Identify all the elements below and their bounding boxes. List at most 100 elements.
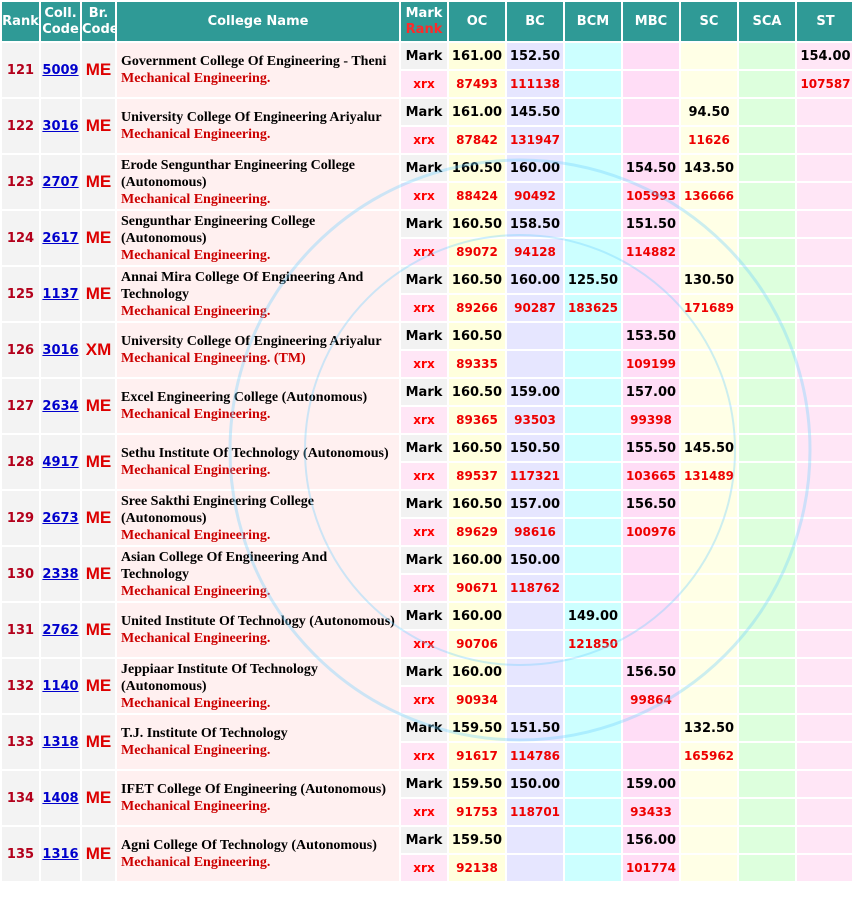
- rank-sca: [739, 575, 795, 601]
- mark-sc: [681, 659, 737, 685]
- mark-oc: 161.00: [449, 43, 505, 69]
- branch-name: Mechanical Engineering.: [121, 191, 271, 207]
- mark-sc: 143.50: [681, 155, 737, 181]
- rank-mbc: [623, 575, 679, 601]
- mark-bc: [507, 827, 563, 853]
- coll-code-link[interactable]: 1140: [42, 679, 78, 694]
- mark-label: Mark: [401, 547, 447, 573]
- coll-code-cell: 5009: [41, 43, 80, 97]
- row-rank: 128: [2, 435, 39, 489]
- coll-code-link[interactable]: 3016: [42, 119, 78, 134]
- row-rank: 123: [2, 155, 39, 209]
- row-rank: 133: [2, 715, 39, 769]
- coll-code-link[interactable]: 1408: [42, 791, 78, 806]
- coll-code-link[interactable]: 2762: [42, 623, 78, 638]
- table-row: 126 3016 XM University College Of Engineeri…: [2, 323, 852, 377]
- mark-sca: [739, 43, 795, 69]
- rank-bc: 98616: [507, 519, 563, 545]
- mark-st: [797, 323, 852, 349]
- college-name: Sethu Institute Of Technology (Autonomou…: [121, 446, 389, 461]
- college-cell: T.J. Institute Of Technology Mechanical E…: [117, 715, 399, 769]
- rank-sc: [681, 575, 737, 601]
- rank-mbc: 114882: [623, 239, 679, 265]
- college-name: Jeppiaar Institute Of Technology (Autono…: [121, 661, 318, 694]
- table-row: 124 2617 ME Sengunthar Engineering College …: [2, 211, 852, 265]
- rank-sca: [739, 295, 795, 321]
- mark-sc: [681, 323, 737, 349]
- college-name: T.J. Institute Of Technology: [121, 726, 288, 741]
- rank-label: xrx: [401, 575, 447, 601]
- rank-sc: [681, 239, 737, 265]
- mark-bc: 151.50: [507, 715, 563, 741]
- mark-sc: 145.50: [681, 435, 737, 461]
- header-br-code: Br. Code: [82, 2, 115, 41]
- college-cell: Excel Engineering College (Autonomous) Me…: [117, 379, 399, 433]
- row-rank: 130: [2, 547, 39, 601]
- rank-bc: [507, 687, 563, 713]
- branch-name: Mechanical Engineering.: [121, 799, 271, 814]
- rank-label: xrx: [401, 687, 447, 713]
- table-row: 127 2634 ME Excel Engineering College (Auto…: [2, 379, 852, 433]
- mark-st: [797, 771, 852, 797]
- rank-label: xrx: [401, 743, 447, 769]
- rank-bc: 111138: [507, 71, 563, 97]
- mark-bcm: 149.00: [565, 603, 621, 629]
- table-row: 122 3016 ME University College Of Engineeri…: [2, 99, 852, 153]
- mark-mbc: 153.50: [623, 323, 679, 349]
- mark-st: [797, 603, 852, 629]
- rank-bcm: [565, 519, 621, 545]
- coll-code-link[interactable]: 2707: [42, 175, 78, 190]
- header-rank-sub: Rank: [405, 21, 443, 37]
- header-mark-rank: Mark Rank: [401, 2, 447, 41]
- coll-code-link[interactable]: 1318: [42, 735, 78, 750]
- mark-oc: 159.50: [449, 715, 505, 741]
- rank-oc: 90671: [449, 575, 505, 601]
- mark-sca: [739, 323, 795, 349]
- rank-sca: [739, 687, 795, 713]
- mark-sc: [681, 771, 737, 797]
- coll-code-cell: 1318: [41, 715, 80, 769]
- coll-code-link[interactable]: 1137: [42, 287, 78, 302]
- rank-sca: [739, 743, 795, 769]
- rank-sca: [739, 855, 795, 881]
- rank-st: 107587: [797, 71, 852, 97]
- br-code: ME: [82, 603, 115, 657]
- header-college-name: College Name: [117, 2, 399, 41]
- coll-code-link[interactable]: 2634: [42, 399, 78, 414]
- coll-code-link[interactable]: 1316: [42, 847, 78, 862]
- mark-mbc: 156.50: [623, 491, 679, 517]
- cutoff-table: Rank Coll. Code Br. Code College Name Ma…: [0, 0, 852, 883]
- mark-label: Mark: [401, 211, 447, 237]
- rank-mbc: [623, 71, 679, 97]
- mark-bc: 150.50: [507, 435, 563, 461]
- table-row: 129 2673 ME Sree Sakthi Engineering College…: [2, 491, 852, 545]
- mark-bcm: [565, 323, 621, 349]
- mark-st: [797, 659, 852, 685]
- mark-bc: 160.00: [507, 267, 563, 293]
- coll-code-link[interactable]: 5009: [42, 63, 78, 78]
- rank-sca: [739, 183, 795, 209]
- mark-sca: [739, 435, 795, 461]
- mark-sc: [681, 827, 737, 853]
- coll-code-link[interactable]: 3016: [42, 343, 78, 358]
- college-cell: Annai Mira College Of Engineering And Te…: [117, 267, 399, 321]
- coll-code-link[interactable]: 2673: [42, 511, 78, 526]
- rank-label: xrx: [401, 799, 447, 825]
- rank-bc: [507, 351, 563, 377]
- rank-label: xrx: [401, 519, 447, 545]
- rank-mbc: 101774: [623, 855, 679, 881]
- mark-sca: [739, 715, 795, 741]
- college-name: Excel Engineering College (Autonomous): [121, 390, 368, 405]
- br-code: ME: [82, 547, 115, 601]
- mark-sca: [739, 603, 795, 629]
- coll-code-link[interactable]: 2617: [42, 231, 78, 246]
- coll-code-cell: 1137: [41, 267, 80, 321]
- coll-code-link[interactable]: 4917: [42, 455, 78, 470]
- college-cell: University College Of Engineering Ariyal…: [117, 99, 399, 153]
- mark-bc: [507, 323, 563, 349]
- branch-name: Mechanical Engineering.: [121, 631, 271, 646]
- row-rank: 134: [2, 771, 39, 825]
- college-cell: IFET College Of Engineering (Autonomous)…: [117, 771, 399, 825]
- rank-st: [797, 351, 852, 377]
- coll-code-link[interactable]: 2338: [42, 567, 78, 582]
